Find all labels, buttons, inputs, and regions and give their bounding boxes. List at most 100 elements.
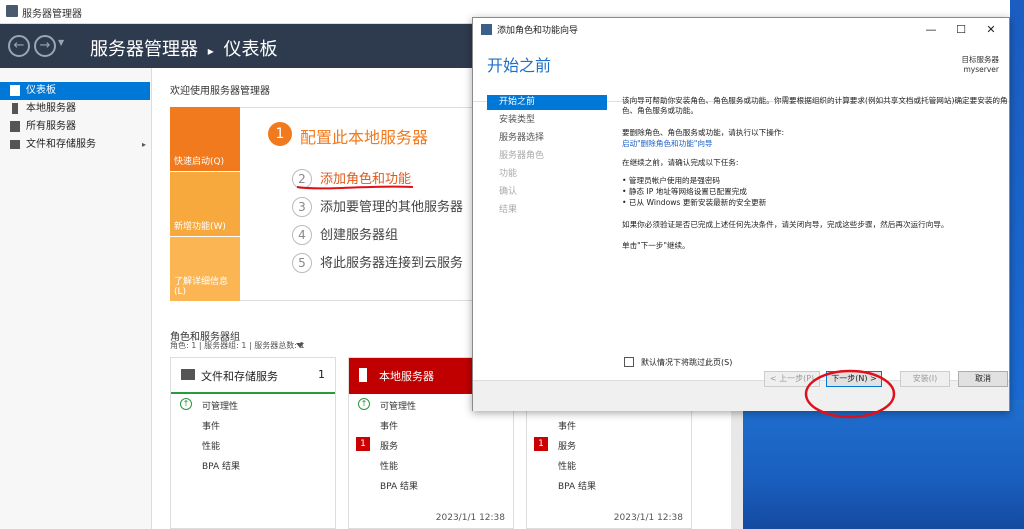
card-row[interactable]: 性能	[558, 459, 576, 472]
status-up-icon: ↑	[358, 398, 370, 410]
card-title: 文件和存储服务	[201, 370, 278, 383]
main-window-title: 服务器管理器	[22, 9, 82, 20]
wizard-title: 添加角色和功能向导	[497, 26, 579, 36]
remove-paragraph: 要删除角色、角色服务或功能，请执行以下操作:	[622, 128, 785, 137]
tile-whats-new[interactable]: 新增功能(W)	[170, 172, 240, 236]
card-header: 文件和存储服务 1	[171, 358, 335, 394]
roles-summary: 角色: 1 | 服务器组: 1 | 服务器总数: 1	[170, 341, 305, 350]
card-row[interactable]: 性能	[202, 439, 220, 452]
card-row[interactable]: 事件	[202, 419, 220, 432]
tile-label: 新增功能(W)	[174, 222, 226, 232]
breadcrumb: 服务器管理器 ▸ 仪表板	[90, 35, 278, 61]
cancel-button[interactable]: 取消	[958, 371, 1008, 387]
card-row[interactable]: 服务	[380, 439, 398, 452]
close-button[interactable]: ✕	[981, 21, 1001, 39]
alert-badge: 1	[356, 437, 370, 451]
wizard-header	[473, 42, 1009, 102]
sidebar-item-label: 文件和存储服务	[26, 139, 96, 150]
breadcrumb-page: 仪表板	[223, 39, 278, 60]
continue-paragraph: 单击"下一步"继续。	[622, 241, 690, 250]
wizard-nav-install-type[interactable]: 安装类型	[487, 113, 607, 128]
minimize-button[interactable]: —	[921, 21, 941, 39]
history-dropdown-icon[interactable]: ▼	[58, 38, 64, 47]
card-count: 1	[318, 368, 325, 381]
sidebar-item-all-servers[interactable]: 所有服务器	[0, 118, 150, 136]
wizard-nav-confirmation: 确认	[499, 187, 518, 197]
step-number: 4	[292, 225, 312, 245]
target-server: 目标服务器 myserver	[943, 55, 1000, 75]
skip-page-checkbox[interactable]	[624, 357, 634, 367]
server-manager-icon	[6, 5, 18, 17]
step-label: 创建服务器组	[320, 228, 399, 243]
card-row[interactable]: BPA 结果	[380, 479, 418, 492]
back-icon[interactable]: ←	[8, 35, 30, 57]
card-row[interactable]: 事件	[558, 419, 576, 432]
create-server-group-link[interactable]: 4 创建服务器组	[292, 224, 398, 245]
server-icon	[12, 103, 18, 114]
prereq-paragraph: 在继续之前，请确认完成以下任务:	[622, 158, 739, 167]
tile-quick-start[interactable]: 快速启动(Q)	[170, 107, 240, 171]
remove-roles-link[interactable]: 启动"删除角色和功能"向导	[622, 139, 1012, 149]
role-card-file-storage[interactable]: 文件和存储服务 1 ↑ 可管理性 事件 性能 BPA 结果	[170, 357, 336, 529]
welcome-title: 欢迎使用服务器管理器	[170, 86, 270, 97]
prereq-item: • 管理员帐户使用的是强密码	[622, 176, 721, 185]
step-1-badge: 1	[268, 122, 292, 146]
step-label: 添加要管理的其他服务器	[320, 200, 464, 215]
dashboard-icon	[10, 85, 20, 96]
card-row[interactable]: 可管理性	[202, 399, 238, 412]
card-row[interactable]: 可管理性	[380, 399, 416, 412]
step-label: 将此服务器连接到云服务	[320, 256, 464, 271]
wizard-nav-server-roles: 服务器角色	[499, 151, 545, 161]
add-roles-wizard: 添加角色和功能向导 — ☐ ✕ 开始之前 目标服务器 myserver 开始之前…	[472, 17, 1010, 411]
add-other-servers-link[interactable]: 3 添加要管理的其他服务器	[292, 196, 463, 217]
annotation-underline	[296, 185, 414, 190]
sidebar-item-label: 仪表板	[26, 85, 56, 96]
wizard-nav-features: 功能	[499, 169, 518, 179]
expand-arrow-icon[interactable]: ▸	[142, 136, 146, 154]
verify-paragraph: 如果你必须验证是否已完成上述任何先决条件，请关闭向导，完成这些步骤，然后再次运行…	[622, 220, 949, 229]
breadcrumb-app: 服务器管理器	[90, 39, 198, 60]
tile-label: 快速启动(Q)	[174, 157, 225, 167]
wizard-nav-before-you-begin[interactable]: 开始之前	[487, 95, 607, 110]
sidebar-item-dashboard[interactable]: 仪表板	[0, 82, 150, 100]
sidebar-item-label: 所有服务器	[26, 121, 76, 132]
forward-icon[interactable]: →	[34, 35, 56, 57]
storage-icon	[181, 369, 195, 380]
annotation-circle	[804, 369, 896, 419]
main-titlebar: 服务器管理器	[0, 0, 475, 24]
card-row[interactable]: BPA 结果	[558, 479, 596, 492]
card-row[interactable]: BPA 结果	[202, 459, 240, 472]
desktop-background	[1010, 0, 1024, 410]
card-row[interactable]: 服务	[558, 439, 576, 452]
card-title: 本地服务器	[379, 370, 434, 383]
wizard-icon	[481, 24, 492, 35]
sidebar-item-local-server[interactable]: 本地服务器	[0, 100, 150, 118]
wizard-titlebar: 添加角色和功能向导 — ☐ ✕	[473, 18, 1009, 42]
storage-icon	[10, 140, 20, 149]
timestamp: 2023/1/1 12:38	[613, 513, 683, 523]
configure-local-server-link[interactable]: 配置此本地服务器	[300, 124, 428, 148]
tile-label: 了解详细信息(L)	[174, 277, 229, 297]
wizard-heading: 开始之前	[487, 56, 552, 75]
card-row[interactable]: 事件	[380, 419, 398, 432]
target-server-label: 目标服务器	[961, 55, 1000, 64]
collapse-icon[interactable]	[296, 343, 304, 348]
sidebar-item-file-storage[interactable]: 文件和存储服务 ▸	[0, 136, 150, 154]
sidebar-item-label: 本地服务器	[26, 103, 76, 114]
maximize-button[interactable]: ☐	[951, 21, 971, 39]
wizard-nav-server-selection[interactable]: 服务器选择	[487, 131, 607, 146]
install-button[interactable]: 安装(I)	[900, 371, 950, 387]
connect-cloud-link[interactable]: 5 将此服务器连接到云服务	[292, 252, 463, 273]
target-server-value: myserver	[963, 65, 1000, 74]
prereq-item: • 已从 Windows 更新安装最新的安全更新	[622, 198, 767, 207]
sidebar: 仪表板 本地服务器 所有服务器 文件和存储服务 ▸	[0, 68, 152, 529]
skip-page-label[interactable]: 默认情况下将跳过此页(S)	[641, 357, 732, 368]
alert-badge: 1	[534, 437, 548, 451]
tile-learn-more[interactable]: 了解详细信息(L)	[170, 237, 240, 301]
server-icon	[359, 368, 367, 382]
step-number: 3	[292, 197, 312, 217]
status-up-icon: ↑	[180, 398, 192, 410]
card-row[interactable]: 性能	[380, 459, 398, 472]
intro-paragraph: 该向导可帮助你安装角色、角色服务或功能。你需要根据组织的计算要求(例如共享文档或…	[622, 96, 1008, 115]
wizard-nav-results: 结果	[499, 205, 518, 215]
